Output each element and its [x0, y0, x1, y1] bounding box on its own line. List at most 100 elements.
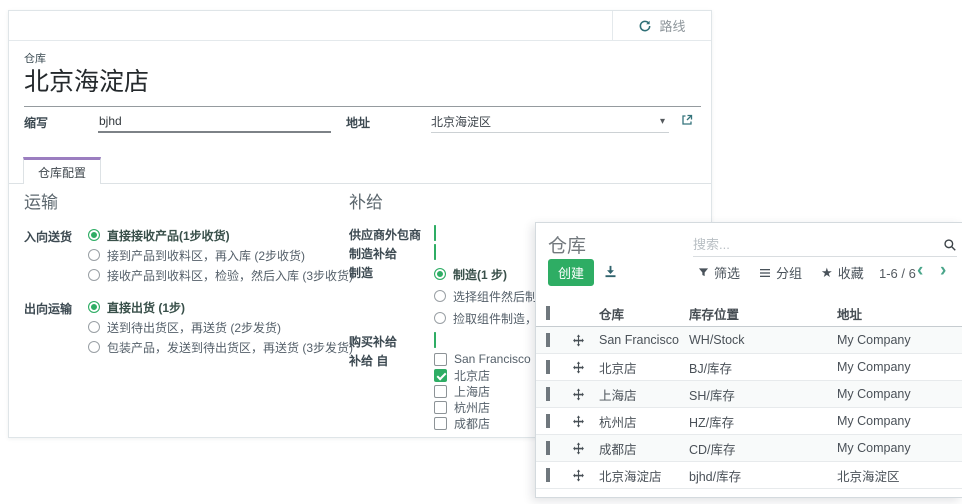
row-checkbox[interactable] — [546, 441, 550, 455]
routes-stat-button[interactable]: 路线 — [612, 11, 711, 40]
checkbox-off-icon[interactable] — [434, 401, 447, 414]
address-select[interactable]: 北京海淀区 ▾ — [431, 111, 669, 133]
radio-option[interactable]: 接收产品到收料区，检验，然后入库 (3步收货) — [88, 265, 353, 285]
row-checkbox[interactable] — [546, 333, 550, 347]
search-input[interactable] — [693, 237, 939, 252]
favorite-star-icon: ★ — [821, 266, 833, 279]
checkbox-label: 成都店 — [454, 415, 490, 432]
radio-label: 直接出货 (1步) — [107, 299, 185, 316]
cell-address: My Company — [837, 387, 962, 401]
cell-address: My Company — [837, 333, 962, 347]
code-field-label: 缩写 — [24, 114, 48, 131]
row-checkbox[interactable] — [546, 387, 550, 401]
subcontracting-label: 供应商外包商 — [349, 225, 434, 243]
outgoing-shipments-label: 出向运输 — [24, 297, 88, 357]
resupply-section-title: 补给 — [349, 188, 701, 213]
filter-icon — [698, 267, 709, 278]
radio-label: 接收产品到收料区，检验，然后入库 (3步收货) — [107, 267, 353, 284]
cell-address: My Company — [837, 414, 962, 428]
manufacture-supply-checkbox[interactable] — [434, 244, 436, 260]
chevron-right-icon[interactable]: › — [940, 261, 946, 280]
table-row[interactable]: 北京海淀店 bjhd/库存 北京海淀区 — [536, 462, 962, 489]
radio-option[interactable]: 送到待出货区，再送货 (2步发货) — [88, 317, 353, 337]
address-value: 北京海淀区 — [431, 113, 660, 130]
list-title: 仓库 — [548, 231, 586, 258]
subcontracting-checkbox[interactable] — [434, 225, 436, 241]
row-checkbox[interactable] — [546, 468, 550, 482]
drag-handle-icon[interactable] — [572, 388, 599, 401]
column-header-location[interactable]: 库存位置 — [689, 304, 837, 323]
group-by-button[interactable]: 分组 — [759, 263, 802, 282]
table-row[interactable]: 成都店 CD/库存 My Company — [536, 435, 962, 462]
radio-off-icon[interactable] — [88, 249, 100, 261]
cell-address: My Company — [837, 360, 962, 374]
radio-option[interactable]: 包装产品，发送到待出货区，再送货 (3步发货) — [88, 337, 353, 357]
radio-option[interactable]: 接到产品到收料区，再入库 (2步收货) — [88, 245, 353, 265]
radio-off-icon[interactable] — [88, 321, 100, 333]
table-row[interactable]: San Francisco WH/Stock My Company — [536, 327, 962, 354]
search-icon[interactable] — [943, 238, 957, 252]
buy-supply-checkbox[interactable] — [434, 332, 436, 348]
cell-location: WH/Stock — [689, 333, 837, 347]
table-row[interactable]: 上海店 SH/库存 My Company — [536, 381, 962, 408]
outgoing-shipments-group: 出向运输 直接出货 (1步) 送到待出货区，再送货 (2步发货) 包装产品，发送… — [24, 297, 346, 357]
cell-warehouse: 上海店 — [599, 385, 689, 404]
stat-button-bar: 路线 — [9, 11, 711, 41]
radio-off-icon[interactable] — [434, 290, 446, 302]
cell-warehouse: San Francisco — [599, 333, 689, 347]
row-checkbox[interactable] — [546, 360, 550, 374]
tab-warehouse-configuration[interactable]: 仓库配置 — [23, 157, 101, 184]
favorites-label: 收藏 — [838, 263, 864, 282]
warehouse-list-panel: 仓库 创建 筛选 分组 ★ — [535, 222, 962, 498]
column-header-warehouse[interactable]: 仓库 — [599, 304, 689, 323]
select-all-checkbox[interactable] — [546, 306, 550, 320]
table-row[interactable]: 杭州店 HZ/库存 My Company — [536, 408, 962, 435]
radio-off-icon[interactable] — [434, 312, 446, 324]
shipments-section-title: 运输 — [24, 188, 346, 213]
row-checkbox[interactable] — [546, 414, 550, 428]
filters-button[interactable]: 筛选 — [698, 263, 740, 282]
radio-on-icon[interactable] — [88, 229, 100, 241]
radio-on-icon[interactable] — [434, 268, 446, 280]
checkbox-label: 上海店 — [454, 383, 490, 400]
checkbox-off-icon[interactable] — [434, 417, 447, 430]
radio-option[interactable]: 直接接收产品(1步收货) — [88, 225, 353, 245]
manufacture-supply-label: 制造补给 — [349, 244, 434, 262]
chevron-down-icon[interactable]: ▾ — [660, 116, 665, 127]
cell-location: CD/库存 — [689, 439, 837, 458]
radio-option[interactable]: 直接出货 (1步) — [88, 297, 353, 317]
table-header-row: 仓库 库存位置 地址 — [536, 300, 962, 327]
table-row[interactable]: 北京店 BJ/库存 My Company — [536, 354, 962, 381]
radio-on-icon[interactable] — [88, 301, 100, 313]
cell-location: BJ/库存 — [689, 358, 837, 377]
radio-off-icon[interactable] — [88, 341, 100, 353]
cell-location: HZ/库存 — [689, 412, 837, 431]
favorites-button[interactable]: ★ 收藏 — [821, 263, 864, 282]
drag-handle-icon[interactable] — [572, 415, 599, 428]
cell-warehouse: 北京海淀店 — [599, 466, 689, 485]
cell-location: SH/库存 — [689, 385, 837, 404]
radio-label: 送到待出货区，再送货 (2步发货) — [107, 319, 281, 336]
download-icon[interactable] — [603, 264, 618, 279]
chevron-left-icon[interactable]: ‹ — [917, 261, 923, 280]
radio-label: 包装产品，发送到待出货区，再送货 (3步发货) — [107, 339, 353, 356]
drag-handle-icon[interactable] — [572, 469, 599, 482]
column-header-address[interactable]: 地址 — [837, 304, 962, 323]
checkbox-off-icon[interactable] — [434, 385, 447, 398]
radio-label: 制造(1 步) — [453, 266, 507, 283]
radio-off-icon[interactable] — [88, 269, 100, 281]
warehouse-name-input[interactable]: 北京海淀店 — [24, 62, 701, 107]
external-link-icon[interactable] — [681, 114, 693, 126]
drag-handle-icon[interactable] — [572, 334, 599, 347]
code-input[interactable] — [98, 111, 331, 133]
pager-range: 1-6 / 6 — [879, 266, 916, 281]
cell-location: bjhd/库存 — [689, 466, 837, 485]
checkbox-on-icon[interactable] — [434, 369, 447, 382]
drag-handle-icon[interactable] — [572, 442, 599, 455]
create-button[interactable]: 创建 — [548, 259, 594, 286]
checkbox-off-icon[interactable] — [434, 353, 447, 366]
drag-handle-icon[interactable] — [572, 361, 599, 374]
address-field-label: 地址 — [346, 114, 370, 131]
routes-refresh-icon — [638, 19, 652, 33]
radio-label: 接到产品到收料区，再入库 (2步收货) — [107, 247, 305, 264]
